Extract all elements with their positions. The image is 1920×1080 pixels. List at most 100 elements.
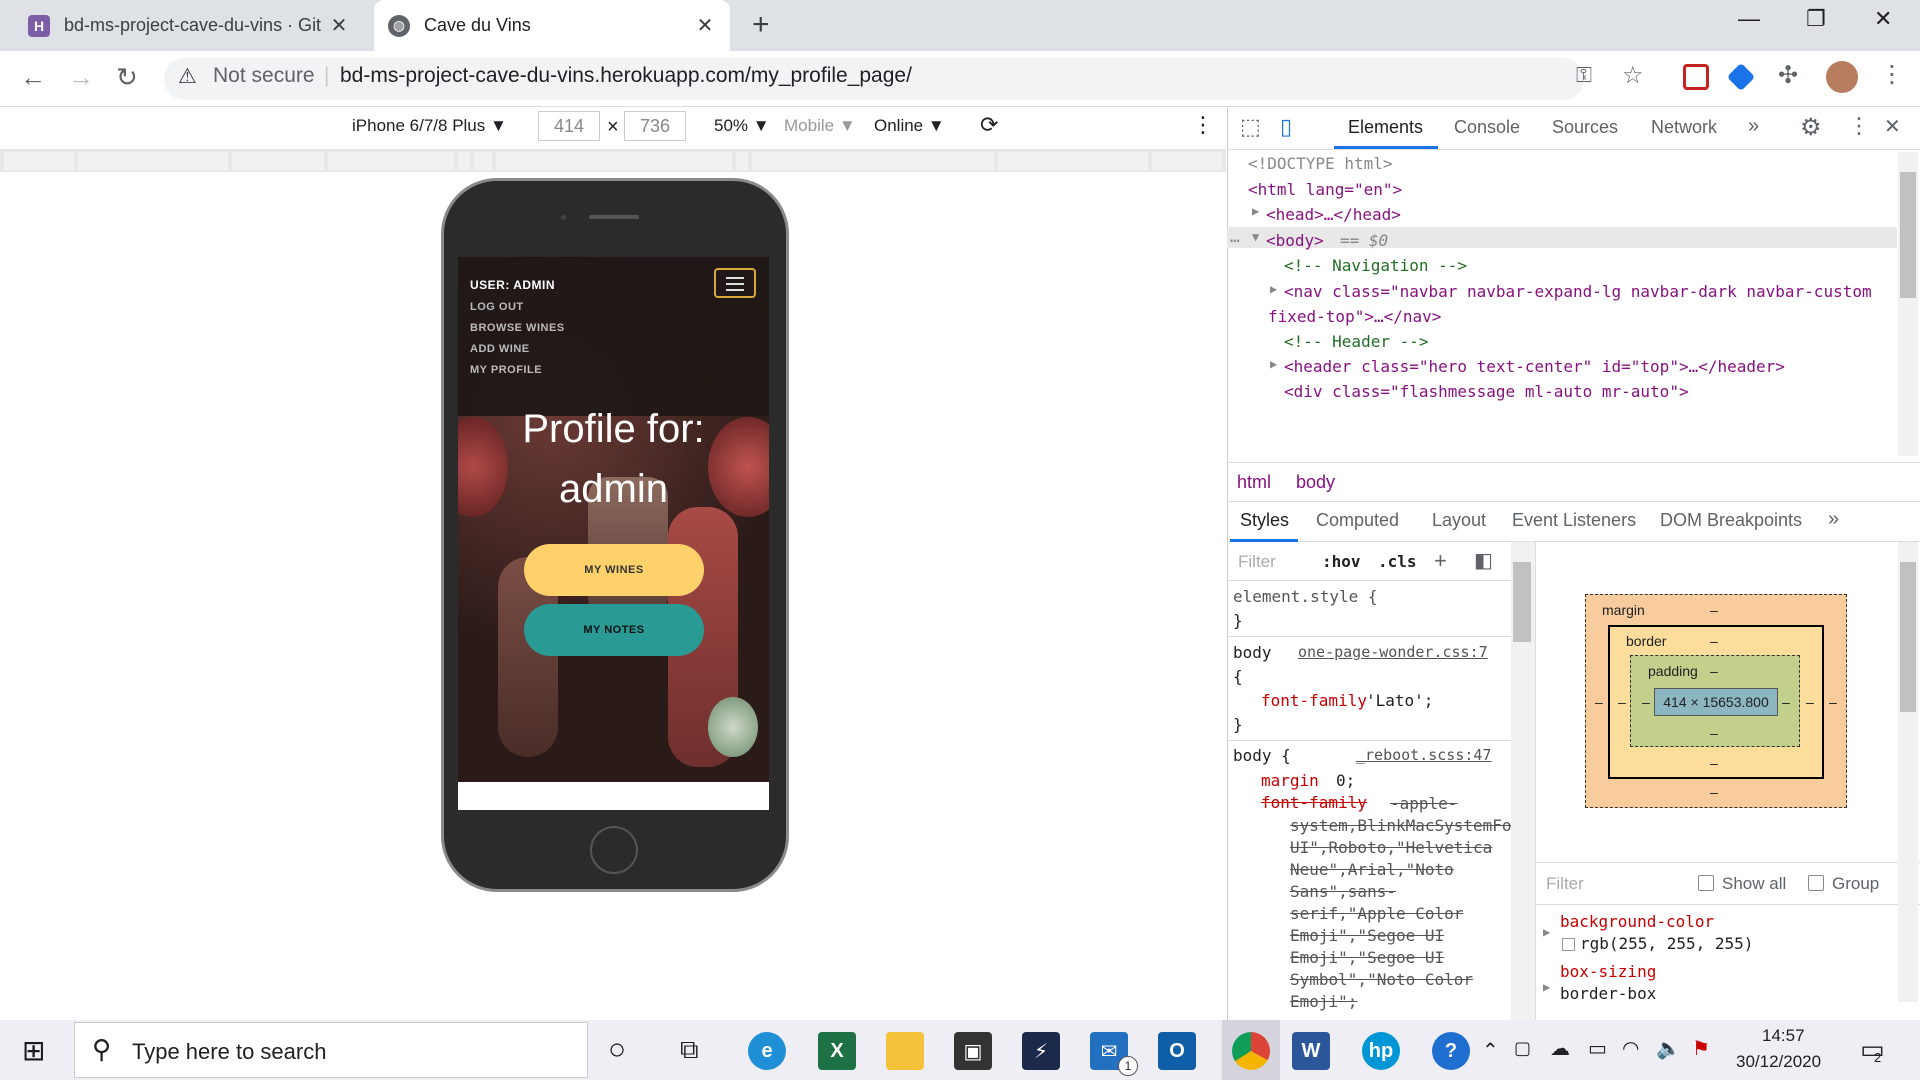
expand-arrow-icon[interactable]: ▶ [1270, 282, 1277, 296]
word-icon[interactable]: W [1292, 1032, 1330, 1070]
computed-filter-input[interactable]: Filter [1546, 874, 1584, 894]
computed-prop-value[interactable]: rgb(255, 255, 255) [1580, 934, 1753, 953]
dom-comment-header[interactable]: <!-- Header --> [1284, 332, 1429, 351]
show-all-checkbox[interactable] [1698, 875, 1714, 891]
tab-network[interactable]: Network [1651, 117, 1717, 138]
tab-console[interactable]: Console [1454, 117, 1520, 138]
network-select[interactable]: Online ▼ [874, 116, 945, 136]
tab-styles[interactable]: Styles [1240, 510, 1289, 531]
nav-browse-wines[interactable]: BROWSE WINES [470, 322, 565, 334]
ruler-segment[interactable] [232, 152, 324, 170]
home-button[interactable] [590, 826, 638, 874]
nav-logout[interactable]: LOG OUT [470, 301, 524, 313]
settings-gear-icon[interactable]: ⚙ [1800, 113, 1822, 142]
breadcrumb-body[interactable]: body [1296, 472, 1335, 493]
onedrive-icon[interactable]: ☁ [1550, 1036, 1570, 1061]
windows-start-icon[interactable]: ⊞ [22, 1034, 45, 1067]
styles-filter-input[interactable]: Filter [1238, 552, 1276, 572]
outlook-icon[interactable]: O [1158, 1032, 1196, 1070]
app-icon[interactable]: ⚡ [1022, 1032, 1060, 1070]
ruler-segment[interactable] [496, 152, 732, 170]
nav-my-profile[interactable]: MY PROFILE [470, 364, 542, 376]
device-select[interactable]: iPhone 6/7/8 Plus ▼ [352, 116, 507, 136]
taskbar-date[interactable]: 30/12/2020 [1736, 1052, 1821, 1072]
file-explorer-icon[interactable] [886, 1032, 924, 1070]
tab-elements[interactable]: Elements [1348, 117, 1423, 138]
color-swatch[interactable] [1562, 938, 1575, 951]
height-input[interactable]: 736 [624, 111, 686, 141]
ruler-segment[interactable] [458, 152, 470, 170]
close-icon[interactable]: ✕ [328, 13, 350, 38]
body-selector[interactable]: body { [1233, 746, 1291, 765]
edge-icon[interactable]: e [748, 1032, 786, 1070]
css-prop-value[interactable]: 'Lato'; [1366, 691, 1433, 710]
css-prop-value[interactable]: Emoji","Segoe UI [1290, 948, 1444, 967]
task-view-icon[interactable]: ⧉ [680, 1034, 699, 1066]
tab-event-listeners[interactable]: Event Listeners [1512, 510, 1636, 531]
devtools-close-icon[interactable]: ✕ [1884, 114, 1901, 139]
cls-toggle[interactable]: .cls [1378, 552, 1417, 571]
css-prop-value[interactable]: system,BlinkMacSystemFo [1290, 816, 1511, 835]
dom-body[interactable]: <body> [1266, 231, 1324, 250]
css-prop-value[interactable]: UI",Roboto,"Helvetica [1290, 838, 1492, 857]
extension-shield-icon[interactable] [1683, 64, 1709, 90]
add-rule-icon[interactable]: + [1434, 548, 1447, 574]
puzzle-icon[interactable]: ✣ [1778, 61, 1798, 90]
css-prop-value[interactable]: Symbol","Noto Color [1290, 970, 1473, 989]
group-checkbox[interactable] [1808, 875, 1824, 891]
tab-computed[interactable]: Computed [1316, 510, 1399, 531]
notification-app-icon[interactable]: ⚑ [1692, 1036, 1710, 1061]
taskbar-time[interactable]: 14:57 [1762, 1026, 1805, 1046]
rotate-icon[interactable]: ⟳ [980, 112, 998, 138]
throttle-select[interactable]: Mobile ▼ [784, 116, 856, 136]
css-prop-name[interactable]: font-family [1261, 691, 1367, 710]
store-icon[interactable]: ▣ [954, 1032, 992, 1070]
ruler-segment[interactable] [736, 152, 748, 170]
devtools-menu-icon[interactable]: ⋮ [1848, 113, 1870, 139]
box-content-size[interactable]: 414 × 15653.800 [1654, 688, 1778, 716]
battery-icon[interactable]: ▭ [1588, 1036, 1607, 1061]
dom-comment-nav[interactable]: <!-- Navigation --> [1284, 256, 1467, 275]
dom-nav-line1[interactable]: <nav class="navbar navbar-expand-lg navb… [1284, 282, 1872, 301]
dom-doctype[interactable]: <!DOCTYPE html> [1248, 154, 1393, 173]
tab-dom-breakpoints[interactable]: DOM Breakpoints [1660, 510, 1802, 531]
url-text[interactable]: bd-ms-project-cave-du-vins.herokuapp.com… [340, 64, 912, 88]
excel-icon[interactable]: X [818, 1032, 856, 1070]
css-prop-value[interactable]: Emoji"; [1290, 992, 1357, 1011]
ruler-segment[interactable] [4, 152, 74, 170]
my-wines-button[interactable]: MY WINES [524, 544, 704, 596]
key-icon[interactable]: ⚿ [1576, 64, 1592, 88]
styles-scrollbar-thumb[interactable] [1513, 562, 1531, 642]
device-menu-icon[interactable]: ⋮ [1192, 112, 1214, 138]
inspect-icon[interactable]: ⬚ [1240, 114, 1261, 140]
toggle-sidebar-icon[interactable]: ◧ [1474, 548, 1493, 573]
back-icon[interactable]: ← [20, 62, 46, 93]
chrome-icon[interactable] [1232, 1032, 1270, 1070]
device-icon[interactable]: ▢ [1514, 1038, 1531, 1059]
reload-icon[interactable]: ↻ [116, 62, 138, 93]
dom-head[interactable]: <head>…</head> [1266, 205, 1401, 224]
ruler-segment[interactable] [328, 152, 454, 170]
ruler-segment[interactable] [1152, 152, 1222, 170]
element-style-selector[interactable]: element.style { [1233, 587, 1378, 606]
ruler-segment[interactable] [998, 152, 1148, 170]
warning-icon[interactable]: ⚠ [178, 64, 197, 89]
ruler-segment[interactable] [752, 152, 994, 170]
avatar[interactable] [1826, 61, 1858, 93]
zoom-select[interactable]: 50% ▼ [714, 116, 770, 136]
expand-arrow-icon[interactable]: ▶ [1270, 357, 1277, 371]
close-icon[interactable]: ✕ [694, 13, 716, 38]
star-icon[interactable]: ☆ [1622, 61, 1644, 90]
taskbar-search-placeholder[interactable]: Type here to search [132, 1039, 326, 1065]
nav-add-wine[interactable]: ADD WINE [470, 343, 530, 355]
dom-html[interactable]: <html lang="en"> [1248, 180, 1402, 199]
css-prop-value[interactable]: 0; [1336, 771, 1355, 790]
computed-scrollbar-thumb[interactable] [1900, 562, 1916, 712]
expand-arrow-icon[interactable]: ▶ [1543, 925, 1550, 939]
body-selector[interactable]: body [1233, 643, 1272, 662]
tab-github[interactable]: H bd-ms-project-cave-du-vins · Git ✕ [14, 0, 364, 51]
tab-sources[interactable]: Sources [1552, 117, 1618, 138]
node-dots-icon[interactable]: ⋯ [1230, 231, 1240, 250]
tab-cave-du-vins[interactable]: ◍ Cave du Vins ✕ [374, 0, 730, 51]
help-icon[interactable]: ? [1432, 1032, 1470, 1070]
